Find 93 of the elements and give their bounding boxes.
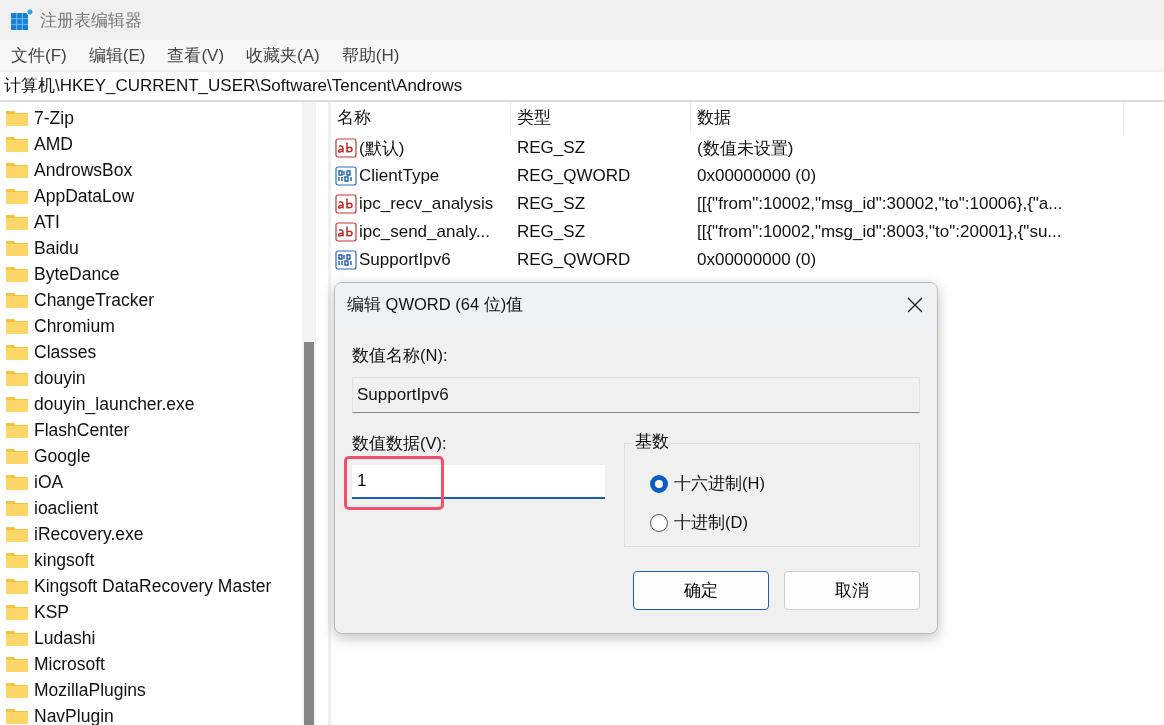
tree-item[interactable]: ByteDance [0,261,302,287]
folder-icon [5,707,29,725]
tree-item[interactable]: NavPlugin [0,703,302,725]
value-data: (数值未设置) [696,137,795,160]
binary-value-icon [335,166,357,186]
tree-item[interactable]: douyin_launcher.exe [0,391,302,417]
radio-option[interactable]: 十进制(D) [650,503,919,542]
dialog-title: 编辑 QWORD (64 位)值 [347,294,524,315]
tree-item[interactable]: Ludashi [0,625,302,651]
value-type: REG_QWORD [516,166,632,186]
tree-item[interactable]: iOA [0,469,302,495]
value-data: 0x00000000 (0) [696,250,818,270]
radio-button[interactable] [650,513,668,532]
tree-item[interactable]: AMD [0,131,302,157]
folder-icon [5,317,29,335]
group-label: 基数 [633,431,671,453]
value-name[interactable]: ClientType [359,166,440,186]
folder-icon [5,187,29,205]
value-data: [[{"from":10002,"msg_id":8003,"to":20001},{"su... [696,222,1063,242]
radio-option[interactable]: 十六进制(H) [650,464,919,503]
value-data-field[interactable]: 1 [352,465,605,499]
folder-icon [5,109,29,127]
radio-button[interactable] [650,474,668,493]
tree-item[interactable]: AppDataLow [0,183,302,209]
tree-item[interactable]: douyin [0,365,302,391]
field-label: 数值名称(N): [352,345,449,366]
folder-icon [5,161,29,179]
folder-icon [5,265,29,283]
tree-item[interactable]: Microsoft [0,651,302,677]
menu-item[interactable]: 收藏夹(A) [246,43,320,67]
ok-button[interactable]: 确定 [633,571,769,610]
registry-icon [10,8,34,32]
value-data: [[{"from":10002,"msg_id":30002,"to":10006},{"a... [696,194,1064,214]
tree-item[interactable]: kingsoft [0,547,302,573]
value-type: REG_SZ [516,138,587,158]
tree-item[interactable]: MozillaPlugins [0,677,302,703]
folder-icon [5,369,29,387]
menu-item[interactable]: 查看(V) [167,43,225,67]
folder-icon [5,291,29,309]
value-data: 0x00000000 (0) [696,166,818,186]
folder-icon [5,421,29,439]
tree-item[interactable]: ATI [0,209,302,235]
string-value-icon [335,194,357,214]
tree-item[interactable]: Baidu [0,235,302,261]
scrollbar-thumb[interactable] [304,342,314,725]
folder-icon [5,525,29,543]
string-value-icon [335,138,357,158]
cancel-button[interactable]: 取消 [784,571,920,610]
folder-icon [5,395,29,413]
menu-item[interactable]: 帮助(H) [341,43,400,67]
value-name[interactable]: SupportIpv6 [359,250,451,270]
tree-item[interactable]: ioaclient [0,495,302,521]
tree-item[interactable]: Kingsoft DataRecovery Master [0,573,302,599]
folder-icon [5,629,29,647]
value-name[interactable]: ipc_send_analy... [359,222,491,242]
value-name-field[interactable]: SupportIpv6 [352,377,920,413]
tree-item[interactable]: AndrowsBox [0,157,302,183]
value-type: REG_SZ [516,222,587,242]
tree-item[interactable]: 7-Zip [0,105,302,131]
binary-value-icon [335,250,357,270]
tree-item[interactable]: Chromium [0,313,302,339]
column-header[interactable]: 数据 [691,102,1124,134]
tree-item[interactable]: KSP [0,599,302,625]
column-header[interactable]: 名称 [331,102,511,134]
folder-icon [5,499,29,517]
folder-icon [5,603,29,621]
folder-icon [5,213,29,231]
folder-icon [5,655,29,673]
address-bar[interactable]: 计算机\HKEY_CURRENT_USER\Software\Tencent\Androws [0,70,1164,102]
value-type: REG_QWORD [516,250,632,270]
menu-item[interactable]: 编辑(E) [88,43,146,67]
folder-icon [5,135,29,153]
value-type: REG_SZ [516,194,587,214]
folder-icon [5,473,29,491]
value-name[interactable]: (默认) [359,136,405,160]
tree-item[interactable]: FlashCenter [0,417,302,443]
folder-icon [5,681,29,699]
close-icon [907,297,923,313]
column-header[interactable]: 类型 [511,102,691,134]
window-title: 注册表编辑器 [40,9,142,32]
string-value-icon [335,222,357,242]
folder-icon [5,577,29,595]
tree-item[interactable]: ChangeTracker [0,287,302,313]
menu-item[interactable]: 文件(F) [11,43,67,67]
folder-icon [5,343,29,361]
folder-icon [5,447,29,465]
folder-icon [5,239,29,257]
folder-icon [5,551,29,569]
field-label: 数值数据(V): [352,433,448,454]
value-name[interactable]: ipc_recv_analysis [359,194,494,214]
tree-item[interactable]: Google [0,443,302,469]
tree-item[interactable]: Classes [0,339,302,365]
tree-item[interactable]: iRecovery.exe [0,521,302,547]
